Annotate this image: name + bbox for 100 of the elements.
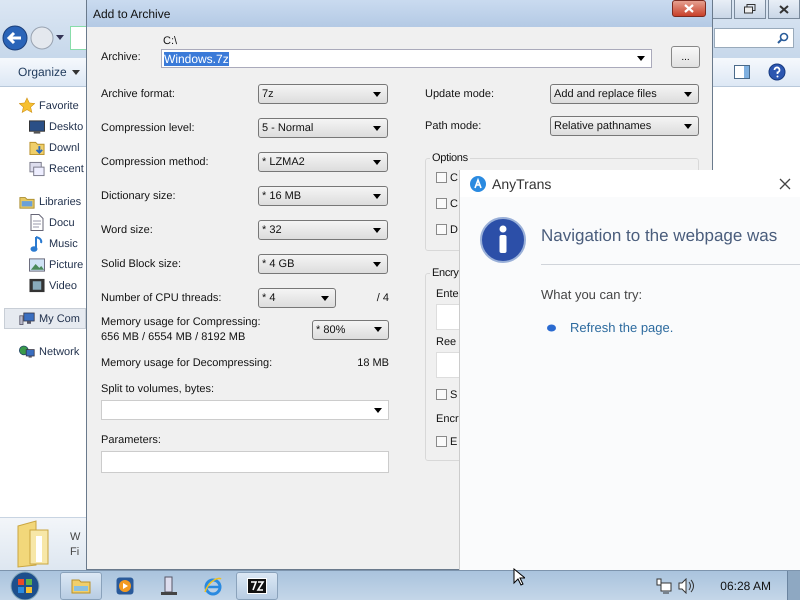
details-text: Fi: [70, 546, 80, 558]
music-note-icon: [29, 234, 45, 252]
refresh-link[interactable]: Refresh the page.: [570, 320, 674, 335]
caret-icon: [373, 126, 381, 130]
maximize-button[interactable]: [734, 0, 766, 19]
checkbox-label: C: [450, 172, 458, 184]
setting-label: Memory usage for Decompressing:: [101, 357, 272, 369]
picture-icon: [29, 258, 45, 272]
film-icon: [29, 278, 45, 293]
search-field[interactable]: [714, 28, 794, 48]
nav-item[interactable]: Docu: [0, 212, 86, 233]
nav-item[interactable]: Recent: [0, 158, 86, 179]
setting-label: Dictionary size:: [101, 190, 177, 202]
nav-label: Video: [49, 280, 77, 292]
nav-label: Network: [39, 346, 80, 358]
dropdown[interactable]: * 4: [258, 288, 336, 308]
help-icon[interactable]: [768, 63, 786, 81]
checkbox[interactable]: [436, 436, 447, 447]
nav-label: My Com: [39, 312, 80, 324]
star-icon: [19, 97, 35, 114]
dropdown[interactable]: * 32: [258, 220, 388, 240]
group-title: Options: [430, 152, 470, 164]
volume-icon[interactable]: [678, 578, 696, 594]
dropdown[interactable]: Relative pathnames: [550, 116, 699, 136]
dropdown[interactable]: Add and replace files: [550, 84, 699, 104]
close-button[interactable]: [768, 0, 800, 19]
nav-item[interactable]: Music: [0, 233, 86, 254]
details-text: W: [70, 530, 80, 542]
bullet-icon: [547, 324, 556, 332]
window-title: Add to Archive: [93, 6, 170, 20]
download-folder-icon: [29, 140, 45, 156]
nav-label: Recent: [49, 162, 84, 174]
checkbox[interactable]: [436, 389, 447, 400]
archive-name-field[interactable]: Windows.7z: [161, 49, 652, 68]
dropdown[interactable]: * 4 GB: [258, 254, 388, 274]
dropdown[interactable]: 7z: [258, 84, 388, 104]
dropdown[interactable]: * 80%: [312, 320, 389, 340]
pane-icon[interactable]: [734, 65, 750, 79]
checkbox[interactable]: [436, 198, 447, 209]
field-label: Archive:: [101, 51, 142, 65]
search-icon: [777, 32, 789, 44]
group-title: Encry: [430, 267, 461, 279]
setting-label: Encr: [436, 413, 459, 425]
nav-item[interactable]: Favorite: [0, 95, 86, 116]
close-icon: [684, 4, 694, 13]
caret-icon: [684, 124, 692, 128]
dropdown[interactable]: * LZMA2: [258, 152, 388, 172]
caret-icon: [373, 194, 381, 198]
checkbox-label: D: [450, 224, 458, 236]
nav-label: Picture: [49, 258, 84, 270]
info-icon: [480, 217, 526, 263]
setting-label: Compression level:: [101, 122, 196, 134]
play-icon: [116, 576, 134, 594]
checkbox[interactable]: [436, 172, 447, 183]
memory-usage-text: 18 MB: [357, 357, 389, 369]
setting-label: Ree: [436, 336, 456, 348]
nav-item[interactable]: Video: [0, 275, 86, 296]
caret-icon: [637, 56, 645, 61]
nav-label: Downl: [49, 142, 80, 154]
nav-item[interactable]: Downl: [0, 137, 86, 158]
restore-icon: [744, 4, 756, 14]
close-button[interactable]: [672, 0, 706, 17]
start-button[interactable]: [8, 570, 42, 600]
monitor-icon: [29, 120, 45, 134]
dropdown[interactable]: 5 - Normal: [258, 118, 388, 138]
dropdown[interactable]: * 16 MB: [258, 186, 388, 206]
setting-label: Compression method:: [101, 156, 210, 168]
parameters-field[interactable]: [101, 451, 389, 473]
checkbox-label: E: [450, 436, 458, 448]
nav-item[interactable]: Libraries: [0, 191, 86, 212]
nav-item[interactable]: Deskto: [0, 116, 86, 137]
network-status-icon: [656, 578, 672, 594]
nav-label: Libraries: [39, 196, 82, 208]
setting-label: Update mode:: [425, 88, 494, 100]
nav-label: Favorite: [39, 100, 79, 112]
split-volumes-field[interactable]: [101, 400, 389, 420]
nav-label: Deskto: [49, 120, 84, 132]
archive-app-icon: [247, 578, 267, 594]
setting-label: Number of CPU threads:: [101, 292, 222, 304]
organize-menu[interactable]: Organize: [18, 65, 80, 79]
nav-item[interactable]: Picture: [0, 254, 86, 275]
folder-icon: [71, 578, 91, 594]
server-icon: [161, 576, 177, 596]
close-icon: [779, 4, 789, 14]
caret-icon: [373, 92, 381, 96]
nav-item[interactable]: My Com: [4, 308, 86, 329]
back-icon[interactable]: [2, 25, 28, 51]
setting-label: Path mode:: [425, 120, 482, 132]
network-icon: [19, 344, 35, 360]
browse-button[interactable]: ...: [671, 46, 700, 68]
checkbox-label: C: [450, 198, 458, 210]
browser-icon: [203, 576, 223, 596]
checkbox[interactable]: [436, 224, 447, 235]
dropdown-icon[interactable]: [56, 35, 64, 41]
caret-icon: [373, 262, 381, 266]
close-icon[interactable]: [779, 178, 791, 190]
caret-icon: [321, 296, 329, 300]
nav-item[interactable]: Network: [0, 341, 86, 362]
nav-label: Docu: [49, 216, 75, 228]
taskbar-button[interactable]: [236, 572, 278, 600]
